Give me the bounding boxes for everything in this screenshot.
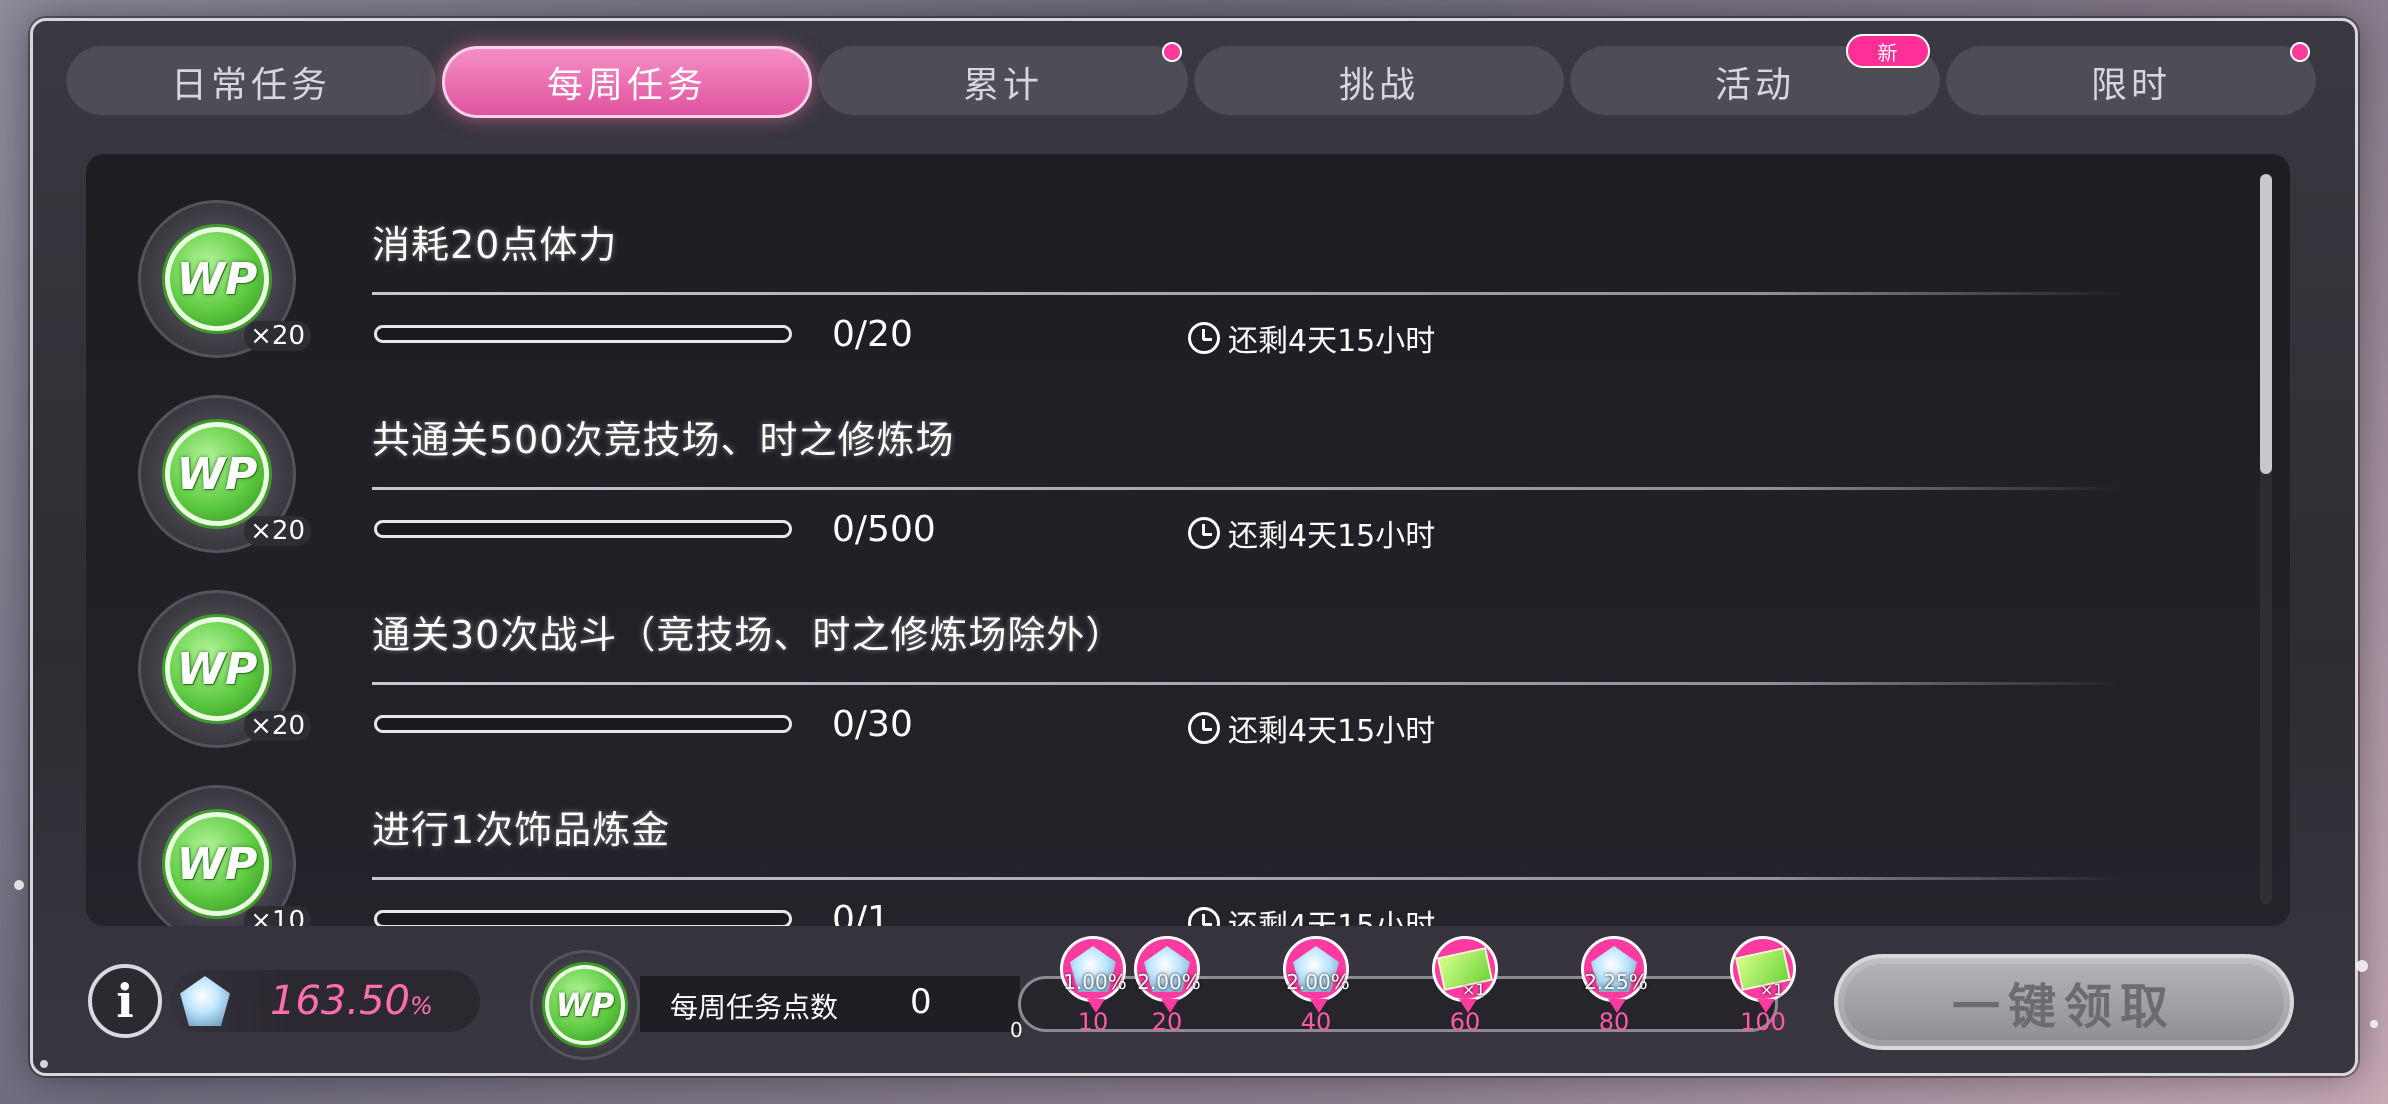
mission-item: WP ×20 共通关500次竞技场、时之修炼场 0/500 还剩4天15小时 [86, 365, 2246, 555]
milestone-points: 100 [1740, 1008, 1786, 1036]
milestone-reward[interactable]: 2.25% 80 [1581, 936, 1651, 1056]
milestone-rate: 2.00% [1286, 970, 1350, 994]
milestone-qty: ×1 [1760, 980, 1784, 999]
wp-icon: WP [165, 617, 269, 721]
progress-bar [374, 520, 792, 538]
clock-icon [1188, 322, 1220, 354]
reward-quantity: ×10 [244, 906, 311, 926]
reward-quantity: ×20 [244, 516, 311, 546]
mission-item: WP ×20 通关30次战斗（竞技场、时之修炼场除外） 0/30 还剩4天15小时 [86, 560, 2246, 750]
bottom-bar: i 163.50% 每周任务点数 0 WP 0 1.00% 10 2.00% 2… [0, 936, 2388, 1070]
wp-icon: WP [545, 965, 625, 1045]
mission-item: WP ×20 消耗20点体力 0/20 还剩4天15小时 [86, 170, 2246, 360]
rate-number: 163.50 [270, 978, 410, 1024]
scrollbar-thumb[interactable] [2260, 174, 2272, 474]
progress-bar [374, 715, 792, 733]
tab-label: 活动 [1714, 65, 1795, 106]
milestone-points: 20 [1151, 1008, 1183, 1036]
milestone-reward[interactable]: 2.00% 40 [1283, 936, 1353, 1056]
tab-label: 日常任务 [170, 65, 331, 106]
drop-rate-display: 163.50% [170, 970, 480, 1032]
time-remaining-text: 还剩4天15小时 [1228, 901, 1435, 926]
divider [372, 682, 2122, 685]
time-remaining: 还剩4天15小时 [1188, 706, 1435, 750]
tab-event[interactable]: 活动 新 [1570, 34, 1940, 118]
milestone-points: 60 [1449, 1008, 1481, 1036]
tab-label: 累计 [962, 65, 1043, 106]
claim-all-button[interactable]: 一键领取 [1834, 954, 2294, 1050]
time-remaining-text: 还剩4天15小时 [1228, 519, 1436, 554]
divider [372, 487, 2122, 490]
tab-bar: 日常任务 每周任务 累计 挑战 活动 新 限时 [66, 34, 2322, 120]
reward-quantity: ×20 [244, 321, 311, 351]
mission-title: 通关30次战斗（竞技场、时之修炼场除外） [372, 613, 1125, 657]
new-badge: 新 [1846, 34, 1930, 68]
tab-label: 限时 [2090, 65, 2171, 106]
notification-dot [2290, 42, 2310, 62]
tab-daily[interactable]: 日常任务 [66, 46, 436, 118]
clock-icon [1188, 907, 1220, 926]
drop-rate-value: 163.50% [270, 978, 433, 1024]
weekly-points-box: 每周任务点数 0 [640, 976, 1020, 1032]
tab-limited[interactable]: 限时 [1946, 42, 2316, 118]
milestone-reward[interactable]: 2.00% 20 [1134, 936, 1204, 1056]
wp-reward-icon: WP ×20 [138, 395, 311, 553]
milestone-reward[interactable]: ×1 60 [1432, 936, 1502, 1056]
time-remaining-text: 还剩4天15小时 [1228, 324, 1436, 359]
progress-count: 0/1 [832, 899, 890, 926]
diamond-icon [180, 976, 230, 1026]
sparkle-decoration [14, 880, 24, 890]
time-remaining: 还剩4天15小时 [1188, 316, 1435, 360]
milestone-rate: 2.25% [1584, 970, 1648, 994]
progress-count: 0/30 [832, 704, 913, 745]
wp-reward-icon: WP ×20 [138, 590, 311, 748]
mission-list[interactable]: WP ×20 消耗20点体力 0/20 还剩4天15小时 WP ×20 共通关500… [86, 154, 2290, 926]
tab-label: 每周任务 [546, 65, 707, 106]
notification-dot [1162, 42, 1182, 62]
divider [372, 292, 2122, 295]
divider [372, 877, 2122, 880]
wp-points-icon: WP [530, 950, 640, 1060]
clock-icon [1188, 712, 1220, 744]
milestone-points: 80 [1598, 1008, 1630, 1036]
progress-bar [374, 910, 792, 926]
milestone-qty: ×1 [1462, 980, 1486, 999]
tab-label: 挑战 [1338, 65, 1419, 106]
wp-reward-icon: WP ×10 [138, 785, 311, 926]
info-button[interactable]: i [88, 964, 162, 1038]
mission-title: 进行1次饰品炼金 [372, 808, 671, 852]
weekly-points-label: 每周任务点数 [670, 991, 839, 1024]
time-remaining-text: 还剩4天15小时 [1228, 714, 1436, 749]
milestone-rate: 2.00% [1137, 970, 1201, 994]
mission-item: WP×10 进行1次饰品炼金 0/1 还剩4天15小时 [86, 755, 2246, 926]
time-remaining: 还剩4天15小时 [1188, 901, 1435, 926]
milestone-reward[interactable]: ×1 100 [1730, 936, 1800, 1056]
weekly-points-value: 0 [910, 982, 932, 1022]
mission-title: 共通关500次竞技场、时之修炼场 [372, 418, 955, 462]
reward-quantity: ×20 [244, 711, 311, 741]
scrollbar[interactable] [2260, 174, 2272, 904]
wp-icon: WP [165, 422, 269, 526]
milestone-points: 10 [1077, 1008, 1109, 1036]
clock-icon [1188, 517, 1220, 549]
progress-count: 0/500 [832, 509, 936, 550]
tab-challenge[interactable]: 挑战 [1194, 46, 1564, 118]
mission-title: 消耗20点体力 [372, 223, 618, 267]
progress-count: 0/20 [832, 314, 913, 355]
wp-reward-icon: WP ×20 [138, 200, 311, 358]
tab-weekly[interactable]: 每周任务 [442, 46, 812, 118]
rate-unit: % [409, 992, 433, 1020]
track-start-label: 0 [1010, 1018, 1023, 1042]
milestone-reward[interactable]: 1.00% 10 [1060, 936, 1130, 1056]
wp-icon: WP [165, 812, 269, 916]
wp-icon: WP [165, 227, 269, 331]
tab-cumulative[interactable]: 累计 [818, 42, 1188, 118]
milestone-points: 40 [1300, 1008, 1332, 1036]
progress-bar [374, 325, 792, 343]
time-remaining: 还剩4天15小时 [1188, 511, 1435, 555]
